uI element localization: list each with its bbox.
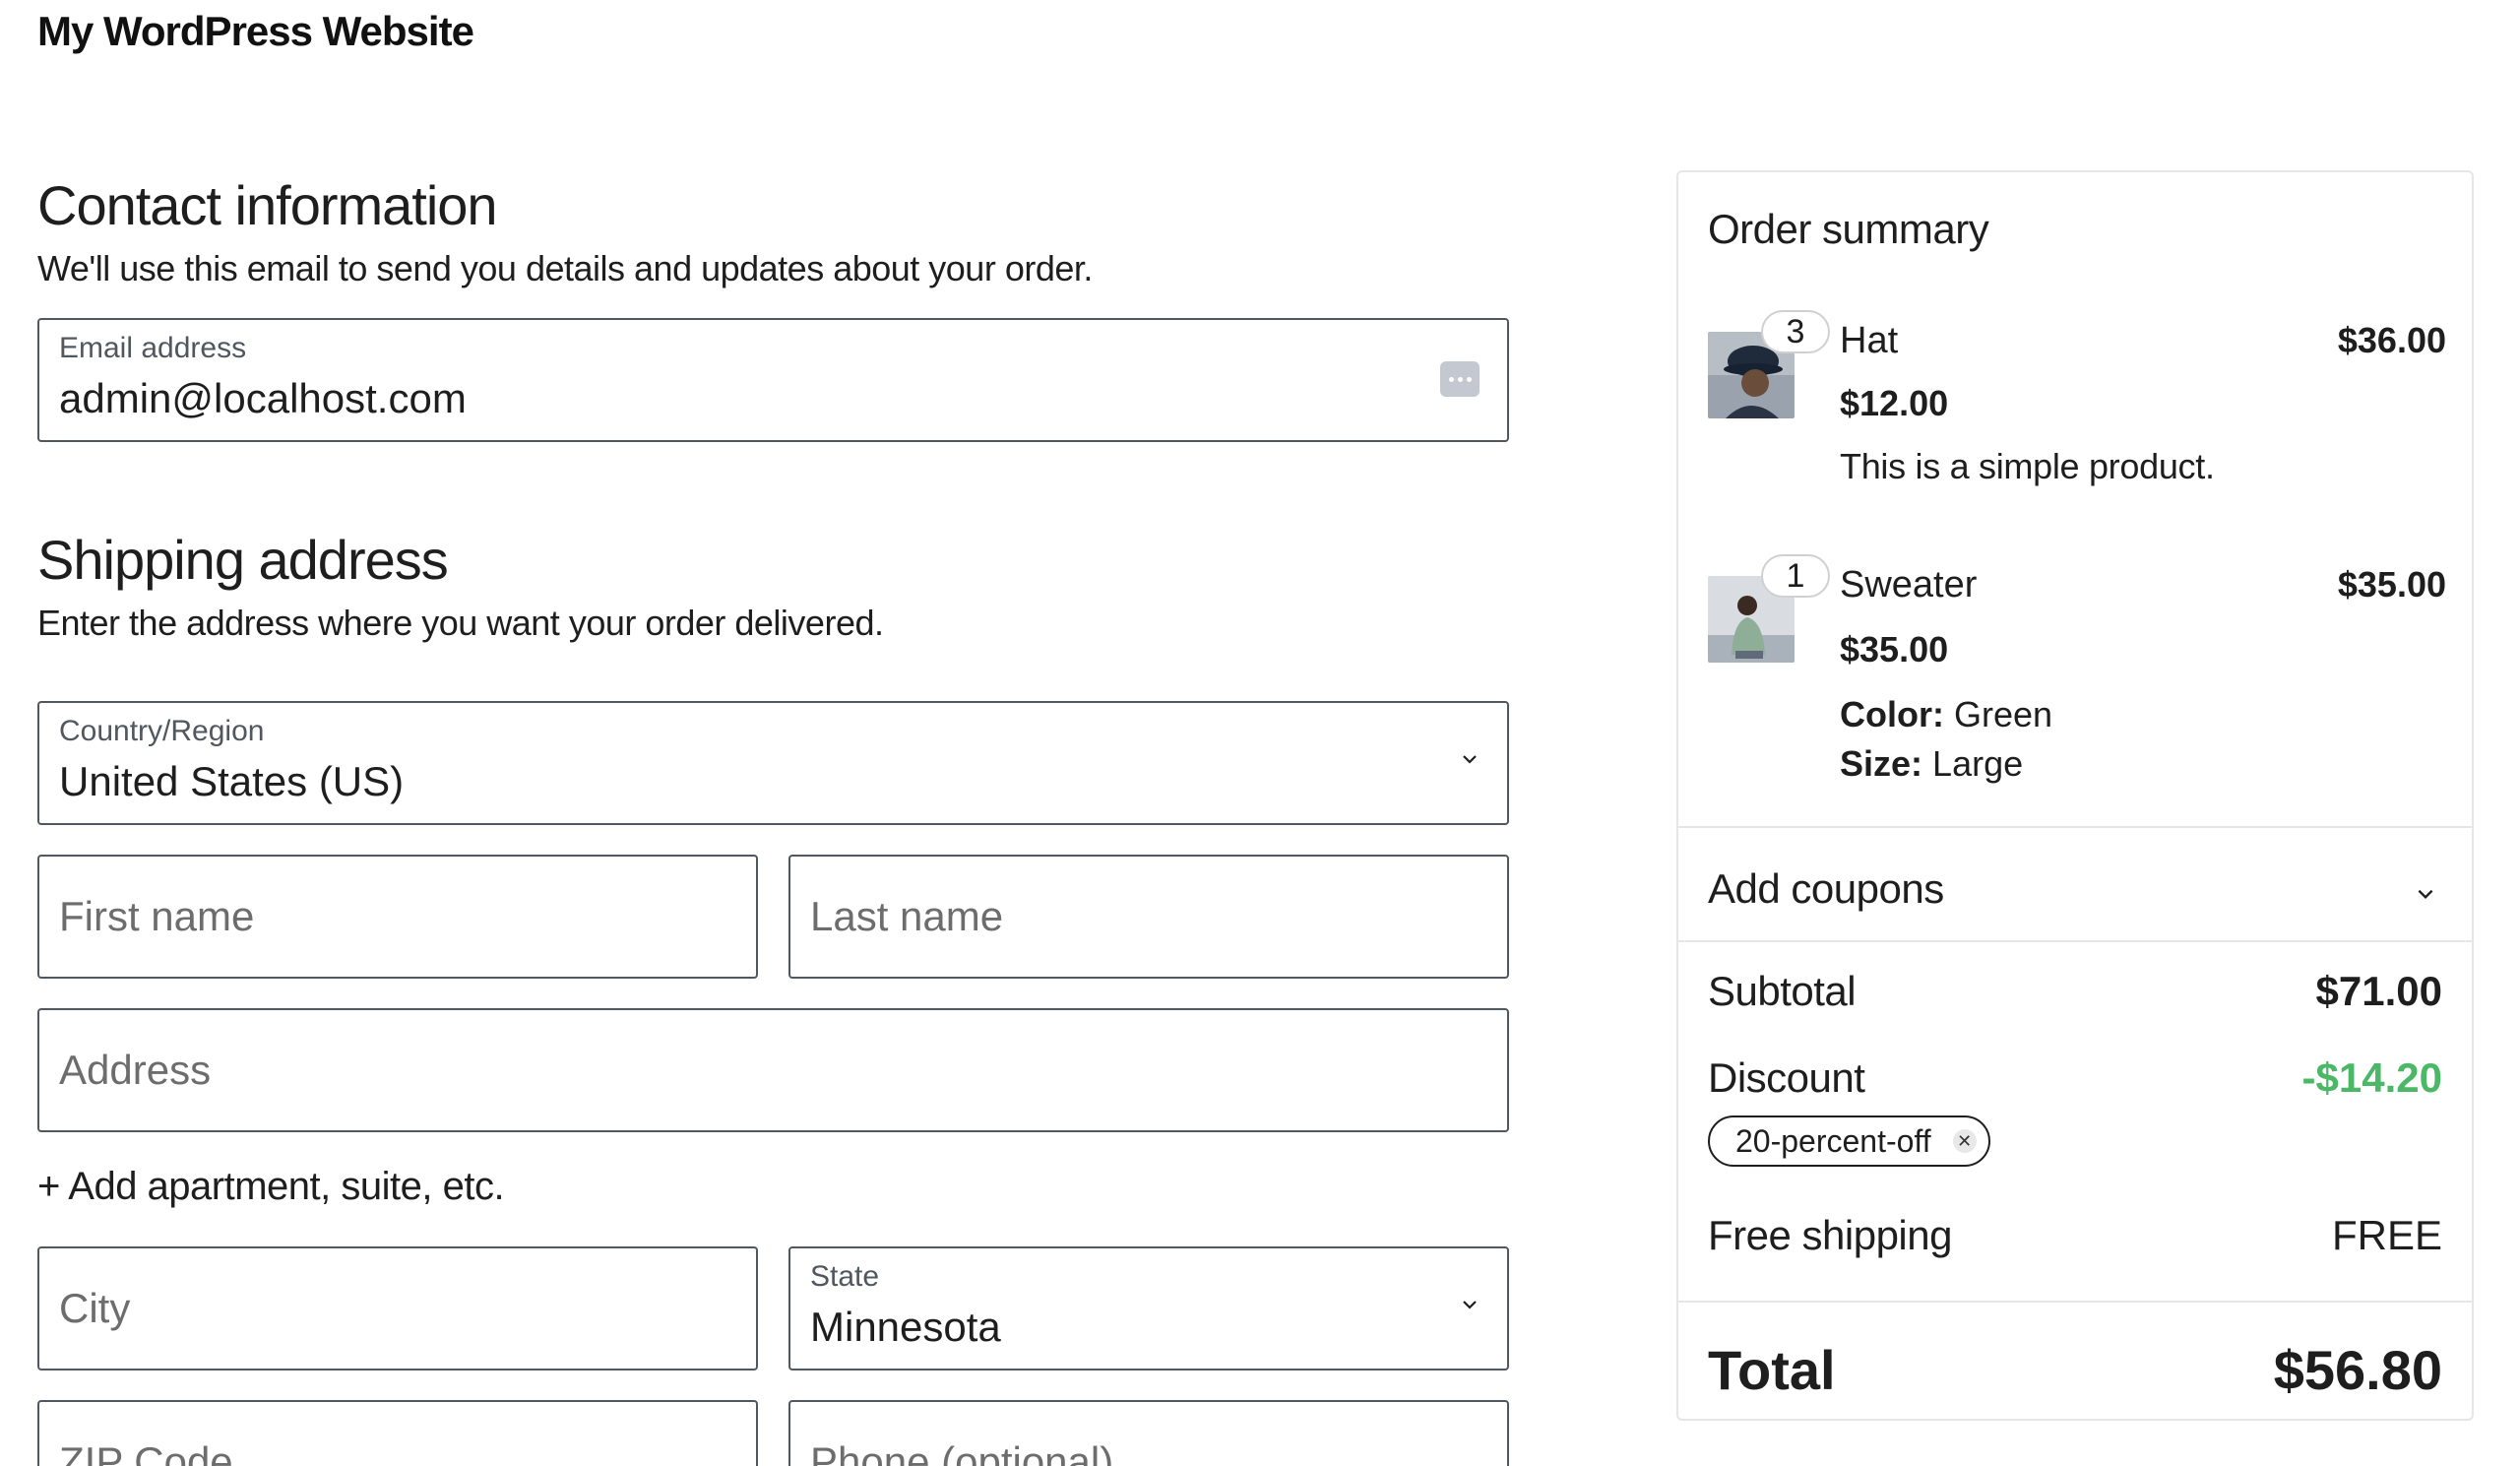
last-name-placeholder: Last name <box>810 893 1004 939</box>
phone-field[interactable]: Phone (optional) <box>788 1400 1509 1466</box>
email-value[interactable]: admin@localhost.com <box>59 375 467 422</box>
password-manager-icon[interactable] <box>1440 361 1480 397</box>
first-name-placeholder: First name <box>59 893 255 939</box>
cart-item: 3 Hat $36.00 $12.00 This is a simple pro… <box>1708 310 2446 487</box>
order-summary-title: Order summary <box>1708 206 1989 252</box>
subtotal-value: $71.00 <box>2315 968 2442 1014</box>
item-attribute-color: Color: Green <box>1840 694 2053 734</box>
last-name-field[interactable]: Last name <box>788 855 1509 979</box>
add-coupons-toggle[interactable]: Add coupons <box>1708 844 2446 932</box>
subtotal-label: Subtotal <box>1708 968 1857 1014</box>
zip-field[interactable]: ZIP Code <box>37 1400 758 1466</box>
first-name-field[interactable]: First name <box>37 855 758 979</box>
item-name: Sweater <box>1840 564 1978 606</box>
item-description: This is a simple product. <box>1840 446 2215 486</box>
contact-description: We'll use this email to send you details… <box>37 248 1093 288</box>
country-label: Country/Region <box>59 715 265 747</box>
coupon-chip: 20-percent-off ✕ <box>1708 1115 1990 1167</box>
state-value: Minnesota <box>810 1304 1001 1350</box>
item-unit-price: $35.00 <box>1840 629 1949 669</box>
total-label: Total <box>1708 1339 1836 1401</box>
add-coupons-label: Add coupons <box>1708 865 1944 912</box>
quantity-badge: 1 <box>1761 554 1830 598</box>
item-line-total: $35.00 <box>2337 564 2446 605</box>
chevron-down-icon <box>2415 883 2436 905</box>
item-unit-price: $12.00 <box>1840 383 1949 423</box>
site-title[interactable]: My WordPress Website <box>37 8 474 55</box>
email-label: Email address <box>59 332 247 364</box>
divider <box>1678 940 2472 942</box>
discount-value: -$14.20 <box>2301 1054 2442 1101</box>
chevron-down-icon <box>1460 1295 1480 1314</box>
shipping-label: Free shipping <box>1708 1212 1952 1258</box>
quantity-badge: 3 <box>1761 310 1830 353</box>
divider <box>1678 1301 2472 1303</box>
chevron-down-icon <box>1460 749 1480 769</box>
item-line-total: $36.00 <box>2337 320 2446 360</box>
order-summary: Order summary 3 Hat $36.00 $12.00 This i… <box>1676 170 2474 1421</box>
remove-coupon-icon[interactable]: ✕ <box>1952 1129 1977 1153</box>
city-placeholder: City <box>59 1285 131 1331</box>
phone-placeholder: Phone (optional) <box>810 1438 1114 1466</box>
cart-item: 1 Sweater $35.00 $35.00 Color: Green Siz… <box>1708 554 2446 800</box>
city-field[interactable]: City <box>37 1246 758 1370</box>
state-label: State <box>810 1260 880 1293</box>
discount-label: Discount <box>1708 1054 1865 1101</box>
divider <box>1678 826 2472 828</box>
coupon-code: 20-percent-off <box>1735 1122 1931 1159</box>
email-field[interactable]: Email address admin@localhost.com <box>37 318 1509 442</box>
total-value: $56.80 <box>2273 1339 2442 1401</box>
item-attribute-size: Size: Large <box>1840 743 2024 784</box>
shipping-heading: Shipping address <box>37 529 449 591</box>
zip-placeholder: ZIP Code <box>59 1438 233 1466</box>
item-name: Hat <box>1840 320 1899 361</box>
add-apartment-link[interactable]: + Add apartment, suite, etc. <box>37 1165 505 1209</box>
shipping-value: FREE <box>2331 1212 2442 1258</box>
shipping-description: Enter the address where you want your or… <box>37 603 884 643</box>
country-select[interactable]: Country/Region United States (US) <box>37 701 1509 825</box>
address-field[interactable]: Address <box>37 1008 1509 1132</box>
state-select[interactable]: State Minnesota <box>788 1246 1509 1370</box>
contact-heading: Contact information <box>37 174 498 236</box>
address-placeholder: Address <box>59 1047 212 1093</box>
country-value: United States (US) <box>59 758 405 804</box>
